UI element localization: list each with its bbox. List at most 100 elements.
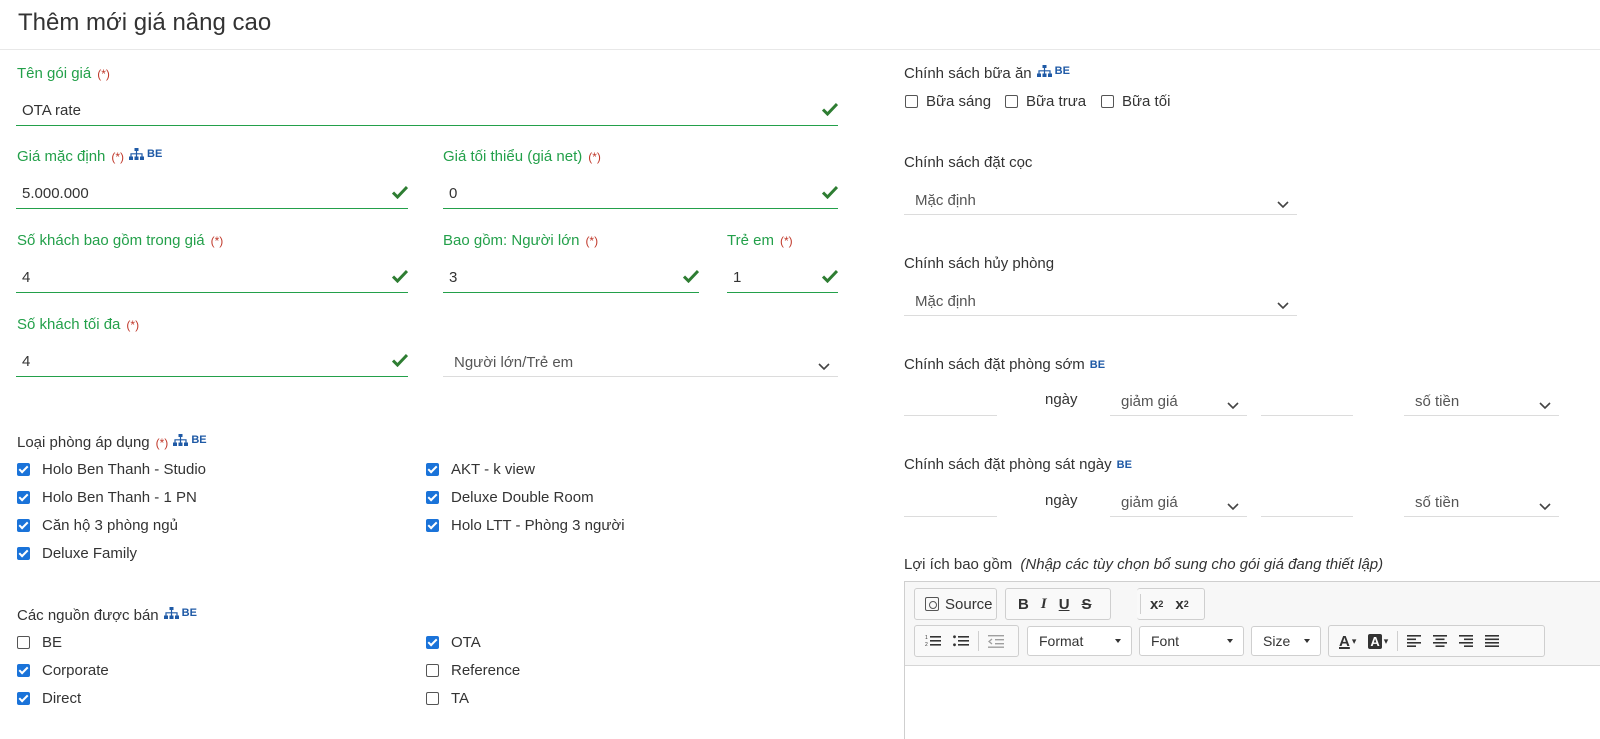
align-center-icon[interactable] <box>1427 626 1453 656</box>
checkbox-checked[interactable] <box>17 692 30 705</box>
children-field <box>727 263 839 293</box>
page-title: Thêm mới giá nâng cao <box>18 9 272 36</box>
check-icon <box>821 269 839 288</box>
italic-button[interactable]: I <box>1035 589 1053 619</box>
checkbox-unchecked[interactable] <box>17 636 30 649</box>
room-type-checkbox[interactable]: AKT - k view <box>426 461 535 478</box>
checkbox-unchecked[interactable] <box>1005 95 1018 108</box>
early-amount-input[interactable] <box>1261 386 1353 416</box>
strikethrough-button[interactable]: S <box>1076 589 1098 619</box>
align-justify-icon[interactable] <box>1479 626 1505 656</box>
subscript-button[interactable]: x2 <box>1144 589 1169 619</box>
source-checkbox[interactable]: TA <box>426 690 469 707</box>
max-guests-input[interactable] <box>16 347 408 376</box>
room-type-checkbox[interactable]: Holo Ben Thanh - 1 PN <box>17 489 197 506</box>
sitemap-icon <box>1036 65 1052 77</box>
checkbox-checked[interactable] <box>426 463 439 476</box>
superscript-button[interactable]: x2 <box>1169 589 1194 619</box>
checkbox-checked[interactable] <box>17 491 30 504</box>
checkbox-checked[interactable] <box>17 664 30 677</box>
checkbox-unchecked[interactable] <box>905 95 918 108</box>
package-name-input[interactable] <box>16 96 838 125</box>
room-type-checkbox[interactable]: Holo Ben Thanh - Studio <box>17 461 206 478</box>
source-checkbox[interactable]: Reference <box>426 662 520 679</box>
source-button[interactable]: Source <box>914 588 997 620</box>
room-type-checkbox[interactable]: Deluxe Family <box>17 545 137 562</box>
checkbox-checked[interactable] <box>426 636 439 649</box>
check-icon <box>682 269 700 288</box>
text-color-button[interactable]: A ▾ <box>1333 626 1362 656</box>
early-amount-type-value: số tiền <box>1415 393 1460 410</box>
early-days-input[interactable] <box>904 386 997 416</box>
room-type-checkbox[interactable]: Deluxe Double Room <box>426 489 594 506</box>
checkbox-unchecked[interactable] <box>426 692 439 705</box>
room-type-checkbox[interactable]: Holo LTT - Phòng 3 người <box>426 517 625 534</box>
editor-content-area[interactable] <box>905 667 1600 739</box>
font-dropdown[interactable]: Font <box>1139 626 1244 656</box>
required-mark: (*) <box>155 436 169 450</box>
checkbox-checked[interactable] <box>426 491 439 504</box>
children-label: Trẻ em (*) <box>727 232 793 249</box>
align-right-icon[interactable] <box>1453 626 1479 656</box>
chevron-down-icon <box>1227 639 1233 643</box>
cancel-policy-value: Mặc định <box>915 293 976 310</box>
source-checkbox[interactable]: BE <box>17 634 62 651</box>
early-discount-value: giảm giá <box>1121 393 1178 410</box>
numbered-list-icon[interactable]: 12 <box>919 626 947 656</box>
late-amount-type-select[interactable]: số tiền <box>1404 487 1559 517</box>
be-tag: BE <box>1089 359 1106 371</box>
chevron-down-icon <box>1539 498 1551 515</box>
checkbox-checked[interactable] <box>17 519 30 532</box>
cancel-policy-select[interactable]: Mặc định <box>904 286 1297 316</box>
early-amount-type-select[interactable]: số tiền <box>1404 386 1559 416</box>
adults-input[interactable] <box>443 263 699 292</box>
bold-button[interactable]: B <box>1012 589 1035 619</box>
package-name-label: Tên gói giá (*) <box>17 65 110 82</box>
source-checkbox[interactable]: OTA <box>426 634 481 651</box>
be-tag: BE <box>1116 459 1132 471</box>
chevron-down-icon <box>1539 397 1551 414</box>
late-amount-input[interactable] <box>1261 487 1353 517</box>
default-price-label: Giá mặc định (*) BE <box>17 148 163 165</box>
checkbox-checked[interactable] <box>426 519 439 532</box>
min-price-input[interactable] <box>443 179 838 208</box>
late-amount-type-value: số tiền <box>1415 494 1460 511</box>
checkbox-unchecked[interactable] <box>426 664 439 677</box>
default-price-field <box>16 179 409 209</box>
chevron-down-icon <box>1304 639 1310 643</box>
default-price-input[interactable] <box>16 179 408 208</box>
background-color-button[interactable]: A ▾ <box>1362 626 1394 656</box>
size-dropdown[interactable]: Size <box>1251 626 1321 656</box>
editor-toolbar: Source B I U S x2 x2 12 Format Font Size… <box>905 582 1600 666</box>
source-checkbox[interactable]: Direct <box>17 690 81 707</box>
early-days-unit: ngày <box>1045 391 1078 408</box>
sitemap-icon <box>129 148 145 160</box>
checkbox-checked[interactable] <box>17 547 30 560</box>
max-guests-label: Số khách tối đa (*) <box>17 316 140 333</box>
meal-dinner-checkbox[interactable]: Bữa tối <box>1101 93 1170 110</box>
benefits-hint: (Nhập các tùy chọn bổ sung cho gói giá đ… <box>1020 556 1384 573</box>
align-left-icon[interactable] <box>1401 626 1427 656</box>
meal-policy-label: Chính sách bữa ăn BE <box>904 65 1070 82</box>
format-dropdown[interactable]: Format <box>1027 626 1132 656</box>
deposit-policy-label: Chính sách đặt cọc <box>904 154 1033 171</box>
chevron-down-icon <box>818 358 830 375</box>
outdent-icon[interactable] <box>982 626 1010 656</box>
checkbox-checked[interactable] <box>17 463 30 476</box>
source-checkbox[interactable]: Corporate <box>17 662 109 679</box>
late-discount-select[interactable]: giảm giá <box>1110 487 1247 517</box>
bulleted-list-icon[interactable] <box>947 626 975 656</box>
meal-breakfast-checkbox[interactable]: Bữa sáng <box>905 93 991 110</box>
checkbox-unchecked[interactable] <box>1101 95 1114 108</box>
late-booking-label: Chính sách đặt phòng sát ngày BE <box>904 456 1132 473</box>
guests-included-input[interactable] <box>16 263 408 292</box>
late-days-input[interactable] <box>904 487 997 517</box>
meal-lunch-checkbox[interactable]: Bữa trưa <box>1005 93 1086 110</box>
deposit-policy-select[interactable]: Mặc định <box>904 185 1297 215</box>
underline-button[interactable]: U <box>1053 589 1076 619</box>
guest-type-select[interactable]: Người lớn/Trẻ em <box>443 347 838 377</box>
chevron-down-icon <box>1277 297 1289 314</box>
room-type-checkbox[interactable]: Căn hộ 3 phòng ngủ <box>17 517 178 534</box>
max-guests-field <box>16 347 409 377</box>
early-discount-select[interactable]: giảm giá <box>1110 386 1247 416</box>
